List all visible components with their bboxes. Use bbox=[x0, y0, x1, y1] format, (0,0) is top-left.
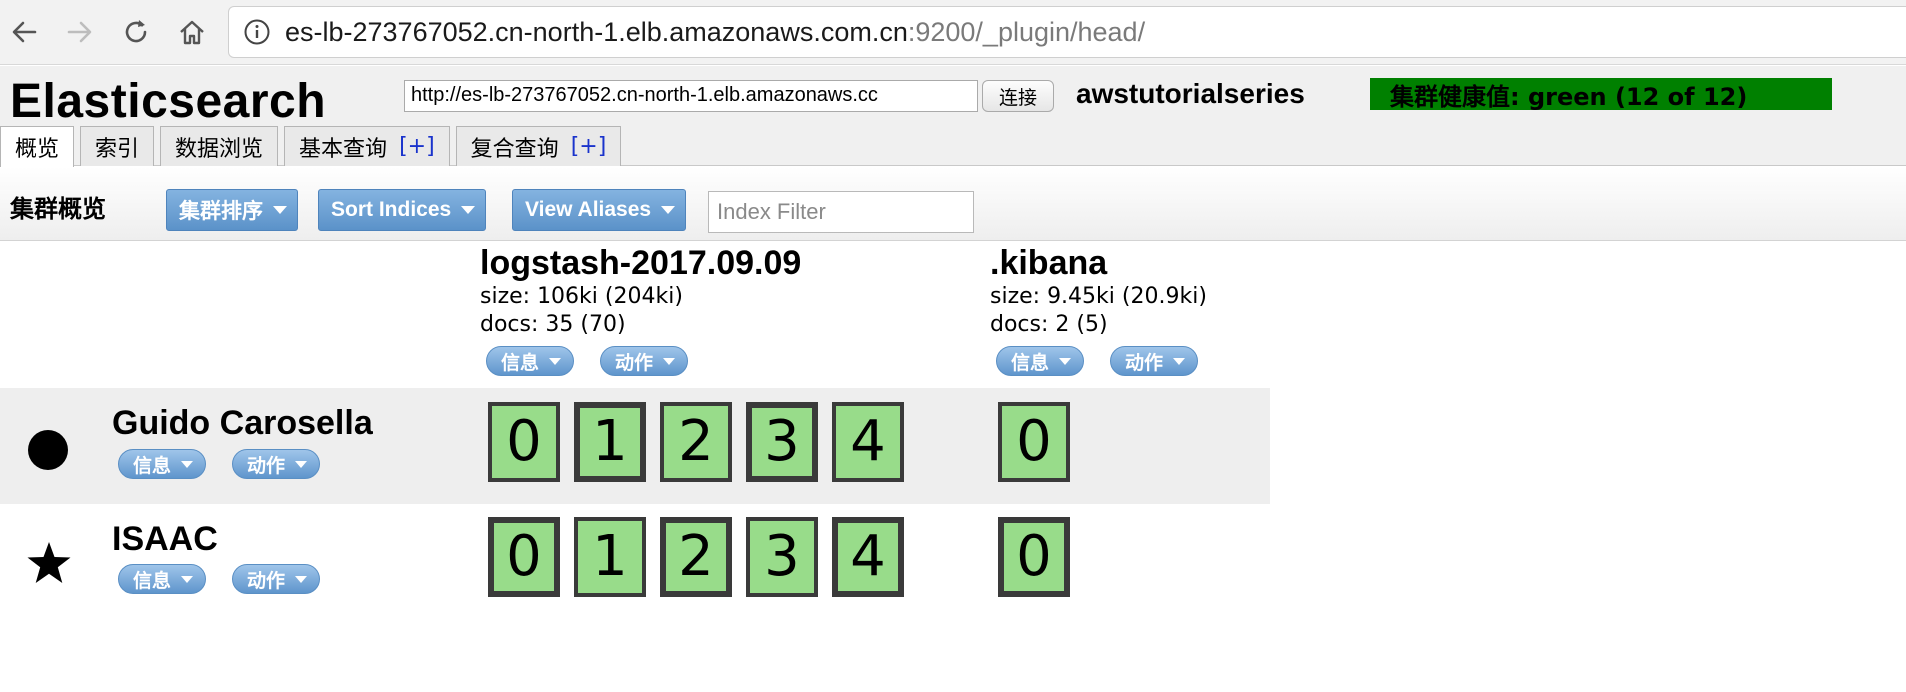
overview-title: 集群概览 bbox=[10, 195, 106, 223]
pill-label: 信息 bbox=[1011, 351, 1050, 374]
index-docs: docs: 35 (70) bbox=[480, 312, 626, 337]
app-title: Elasticsearch bbox=[10, 75, 327, 128]
cluster-url-input[interactable]: http://es-lb-273767052.cn-north-1.elb.am… bbox=[404, 80, 978, 112]
node-name: Guido Carosella bbox=[112, 404, 373, 442]
caret-down-icon bbox=[661, 206, 676, 214]
sort-indices-button[interactable]: Sort Indices bbox=[318, 189, 487, 231]
index-action-button[interactable]: 动作 bbox=[1110, 346, 1199, 376]
kibana-shard[interactable]: 0 bbox=[998, 402, 1070, 482]
tab-overview[interactable]: 概览 bbox=[0, 126, 75, 167]
button-label: View Aliases bbox=[525, 198, 652, 221]
button-label: Sort Indices bbox=[331, 198, 452, 221]
caret-down-icon bbox=[1059, 357, 1072, 365]
forward-arrow-icon bbox=[67, 21, 92, 43]
tab-label: 复合查询 bbox=[470, 136, 559, 162]
caret-down-icon bbox=[461, 206, 476, 214]
index-info-button[interactable]: 信息 bbox=[996, 346, 1085, 376]
pill-label: 动作 bbox=[247, 569, 286, 592]
url-host: es-lb-273767052.cn-north-1.elb.amazonaws… bbox=[285, 16, 908, 47]
index-header-kibana: .kibana size: 9.45ki (20.9ki) docs: 2 (5… bbox=[990, 244, 1207, 339]
tab-label: 索引 bbox=[95, 136, 140, 162]
cluster-name: awstutorialseries bbox=[1076, 78, 1305, 109]
logstash-shard[interactable]: 2 bbox=[660, 402, 732, 482]
node-action-button[interactable]: 动作 bbox=[232, 449, 321, 479]
logstash-shard[interactable]: 0 bbox=[488, 517, 560, 597]
logstash-shard[interactable]: 1 bbox=[574, 517, 646, 597]
node-info-button[interactable]: 信息 bbox=[118, 449, 207, 479]
tab-label: 基本查询 bbox=[299, 136, 388, 162]
node-action-button[interactable]: 动作 bbox=[232, 564, 321, 594]
index-info-button[interactable]: 信息 bbox=[486, 346, 575, 376]
tab-browser[interactable]: 数据浏览 bbox=[160, 126, 279, 166]
back-arrow-icon bbox=[12, 21, 37, 43]
index-name: logstash-2017.09.09 bbox=[480, 244, 802, 282]
index-action-button[interactable]: 动作 bbox=[600, 346, 689, 376]
connect-button[interactable]: 连接 bbox=[982, 80, 1054, 112]
reload-icon bbox=[125, 20, 147, 43]
tab-label: 数据浏览 bbox=[175, 136, 264, 162]
address-bar[interactable]: es-lb-273767052.cn-north-1.elb.amazonaws… bbox=[228, 6, 1906, 58]
logstash-shard[interactable]: 1 bbox=[574, 402, 646, 482]
caret-down-icon bbox=[549, 357, 562, 365]
pill-label: 信息 bbox=[501, 351, 540, 374]
logstash-shard[interactable]: 3 bbox=[746, 517, 818, 597]
pill-label: 信息 bbox=[133, 569, 172, 592]
index-filter-input[interactable] bbox=[708, 191, 974, 233]
index-name: .kibana bbox=[990, 244, 1108, 282]
tab-indices[interactable]: 索引 bbox=[80, 126, 155, 166]
cluster-sort-button[interactable]: 集群排序 bbox=[166, 189, 298, 231]
forward-button[interactable] bbox=[58, 10, 102, 54]
caret-down-icon bbox=[181, 460, 194, 468]
logstash-shard[interactable]: 4 bbox=[832, 517, 904, 597]
button-label: 集群排序 bbox=[179, 200, 263, 223]
caret-down-icon bbox=[273, 206, 287, 214]
browser-toolbar: es-lb-273767052.cn-north-1.elb.amazonaws… bbox=[0, 0, 1906, 65]
back-button[interactable] bbox=[2, 10, 46, 54]
index-size: size: 106ki (204ki) bbox=[480, 284, 683, 309]
pill-label: 动作 bbox=[1125, 351, 1164, 374]
index-header-logstash: logstash-2017.09.09 size: 106ki (204ki) … bbox=[480, 244, 801, 339]
tab-complex-query[interactable]: 复合查询 [+] bbox=[455, 126, 622, 166]
index-docs: docs: 2 (5) bbox=[990, 312, 1108, 337]
kibana-shard[interactable]: 0 bbox=[998, 517, 1070, 597]
app-header: Elasticsearch http://es-lb-273767052.cn-… bbox=[0, 66, 1906, 167]
caret-down-icon bbox=[663, 357, 676, 365]
caret-down-icon bbox=[1173, 357, 1186, 365]
home-button[interactable] bbox=[170, 10, 214, 54]
star-icon bbox=[27, 542, 71, 583]
pill-label: 动作 bbox=[247, 454, 286, 477]
index-size: size: 9.45ki (20.9ki) bbox=[990, 284, 1207, 309]
overview-toolbar: 集群概览 集群排序 Sort Indices View Aliases bbox=[0, 167, 1906, 241]
tab-label: 概览 bbox=[15, 137, 60, 162]
pill-label: 信息 bbox=[133, 454, 172, 477]
home-icon bbox=[180, 20, 204, 45]
url-text: es-lb-273767052.cn-north-1.elb.amazonaws… bbox=[285, 17, 1145, 48]
node-info-button[interactable]: 信息 bbox=[118, 564, 207, 594]
caret-down-icon bbox=[295, 575, 308, 583]
url-path: :9200/_plugin/head/ bbox=[907, 16, 1146, 47]
reload-button[interactable] bbox=[114, 10, 158, 54]
cluster-health-badge: 集群健康值: green (12 of 12) bbox=[1370, 78, 1832, 111]
logstash-shard[interactable]: 2 bbox=[660, 517, 732, 597]
circle-icon bbox=[28, 430, 68, 470]
logstash-shard[interactable]: 0 bbox=[488, 402, 560, 482]
info-circle-icon[interactable] bbox=[243, 18, 271, 46]
logstash-shard[interactable]: 4 bbox=[832, 402, 904, 482]
caret-down-icon bbox=[181, 575, 194, 583]
tab-add[interactable]: [+] bbox=[399, 134, 435, 159]
pill-label: 动作 bbox=[615, 351, 654, 374]
tab-add[interactable]: [+] bbox=[571, 134, 607, 159]
node-name: ISAAC bbox=[112, 520, 218, 558]
view-aliases-button[interactable]: View Aliases bbox=[512, 189, 687, 231]
tab-basic-query[interactable]: 基本查询 [+] bbox=[284, 126, 450, 166]
main-tabs: 概览 索引 数据浏览 基本查询 [+] 复合查询 [+] bbox=[0, 126, 627, 167]
caret-down-icon bbox=[295, 460, 308, 468]
logstash-shard[interactable]: 3 bbox=[746, 402, 818, 482]
